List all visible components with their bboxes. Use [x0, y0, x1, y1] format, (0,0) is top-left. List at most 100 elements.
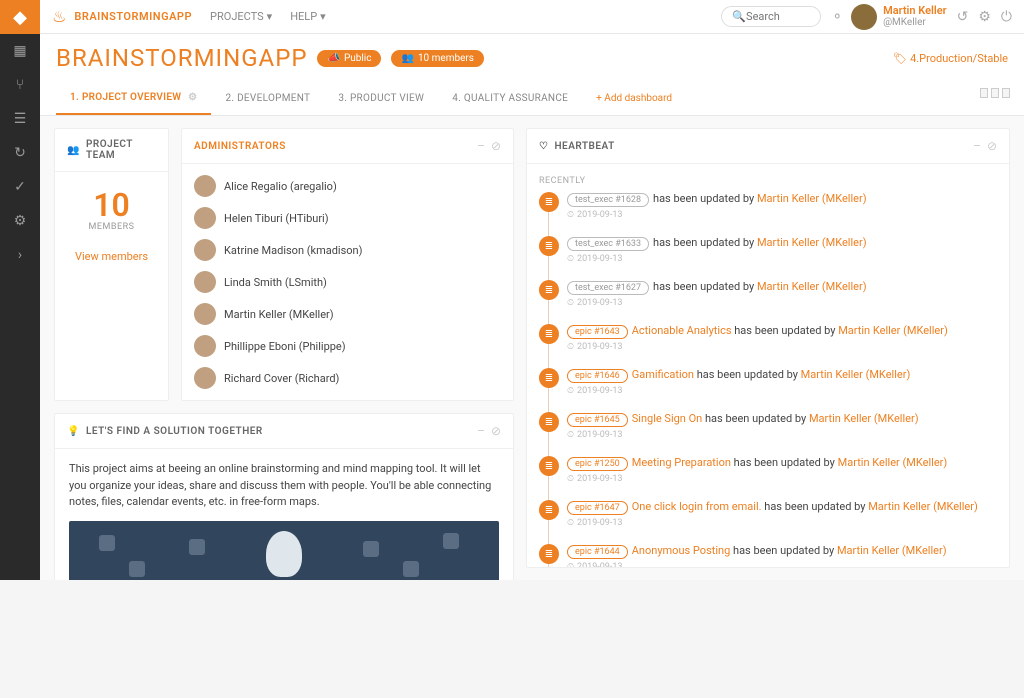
- activity-marker-icon: ≣: [539, 280, 559, 300]
- activity-user-link[interactable]: Martin Keller (MKeller): [838, 324, 948, 337]
- add-dashboard[interactable]: + Add dashboard: [582, 83, 686, 114]
- activity-tag[interactable]: epic #1643: [567, 325, 628, 339]
- layout-toggle[interactable]: [980, 88, 1010, 98]
- page-header: BRAINSTORMINGAPP 📣Public 👥10 members 🏷4.…: [40, 34, 1024, 82]
- minimize-icon[interactable]: –: [477, 424, 485, 438]
- avatar: [194, 303, 216, 325]
- activity-tag[interactable]: epic #1644: [567, 545, 628, 559]
- status-tag[interactable]: 🏷4.Production/Stable: [893, 52, 1008, 65]
- clock-icon: ⏲: [567, 342, 574, 352]
- sidebar: ◆ ▦ ⑂ ☰ ↻ ✓ ⚙ ›: [0, 0, 40, 580]
- admin-row[interactable]: Helen Tiburi (HTiburi): [182, 202, 513, 234]
- activity-user-link[interactable]: Martin Keller (MKeller): [809, 412, 919, 425]
- heartbeat-section-label: RECENTLY: [539, 176, 997, 186]
- activity-subject[interactable]: Gamification: [632, 368, 694, 381]
- gear-icon[interactable]: ⚙: [978, 9, 991, 25]
- description-text: This project aims at beeing an online br…: [69, 461, 499, 511]
- history-icon[interactable]: ↺: [957, 9, 969, 25]
- activity-user-link[interactable]: Martin Keller (MKeller): [838, 456, 948, 469]
- tab-product[interactable]: 3. PRODUCT VIEW: [324, 83, 438, 114]
- activity-subject[interactable]: Actionable Analytics: [632, 324, 732, 337]
- activity-subject[interactable]: Anonymous Posting: [632, 544, 731, 557]
- admin-name: Richard Cover (Richard): [224, 372, 339, 385]
- activity-text: has been updated by: [734, 456, 838, 469]
- public-badge[interactable]: 📣Public: [317, 50, 381, 67]
- close-icon[interactable]: ⊘: [491, 139, 501, 153]
- tab-development[interactable]: 2. DEVELOPMENT: [211, 83, 324, 114]
- activity-subject[interactable]: One click login from email.: [632, 500, 762, 513]
- activity-tag[interactable]: test_exec #1627: [567, 281, 649, 295]
- nav-refresh-icon[interactable]: ↻: [0, 136, 40, 170]
- nav-projects[interactable]: PROJECTS ▾: [210, 10, 272, 23]
- people-icon: 👥: [401, 53, 413, 64]
- activity-user-link[interactable]: Martin Keller (MKeller): [868, 500, 978, 513]
- activity-date: ⏲2019-09-13: [567, 210, 997, 220]
- gear-icon: ⚙: [188, 92, 197, 103]
- admin-row[interactable]: Martin Keller (MKeller): [182, 298, 513, 330]
- activity-tag[interactable]: epic #1250: [567, 457, 628, 471]
- minimize-icon[interactable]: –: [973, 139, 981, 153]
- activity-date: ⏲2019-09-13: [567, 254, 997, 264]
- activity-marker-icon: ≣: [539, 368, 559, 388]
- heart-icon: ♡: [539, 141, 548, 152]
- clock-icon: ⏲: [567, 298, 574, 308]
- user-name: Martin Keller: [883, 5, 947, 17]
- activity-subject[interactable]: Meeting Preparation: [632, 456, 731, 469]
- activity-subject[interactable]: Single Sign On: [632, 412, 703, 425]
- activity-user-link[interactable]: Martin Keller (MKeller): [757, 236, 867, 249]
- user-avatar[interactable]: [851, 4, 877, 30]
- minimize-icon[interactable]: –: [477, 139, 485, 153]
- team-label: MEMBERS: [89, 222, 135, 232]
- activity-user-link[interactable]: Martin Keller (MKeller): [757, 280, 867, 293]
- activity-user-link[interactable]: Martin Keller (MKeller): [837, 544, 947, 557]
- search-input[interactable]: [746, 10, 806, 23]
- nav-list-icon[interactable]: ☰: [0, 102, 40, 136]
- search-box[interactable]: 🔍: [721, 6, 821, 27]
- close-icon[interactable]: ⊘: [491, 424, 501, 438]
- admin-row[interactable]: Alice Regalio (aregalio): [182, 170, 513, 202]
- nav-grid-icon[interactable]: ▦: [0, 34, 40, 68]
- power-icon[interactable]: ⏻: [1001, 9, 1012, 25]
- activity-text: has been updated by: [653, 236, 757, 249]
- admin-row[interactable]: Katrine Madison (kmadison): [182, 234, 513, 266]
- admin-row[interactable]: Richard Cover (Richard): [182, 362, 513, 394]
- close-icon[interactable]: ⊘: [987, 139, 997, 153]
- activity-tag[interactable]: epic #1646: [567, 369, 628, 383]
- activity-date: ⏲2019-09-13: [567, 474, 997, 484]
- activity-text: has been updated by: [705, 412, 809, 425]
- heartbeat-item: ≣epic #1644Anonymous Posting has been up…: [539, 544, 997, 567]
- admin-name: Helen Tiburi (HTiburi): [224, 212, 329, 225]
- people-icon: 👥: [67, 145, 80, 156]
- activity-user-link[interactable]: Martin Keller (MKeller): [801, 368, 911, 381]
- nav-collapse-icon[interactable]: ›: [0, 238, 40, 272]
- admin-name: Linda Smith (LSmith): [224, 276, 327, 289]
- view-members-link[interactable]: View members: [75, 250, 148, 263]
- nav-check-icon[interactable]: ✓: [0, 170, 40, 204]
- activity-marker-icon: ≣: [539, 236, 559, 256]
- activity-tag[interactable]: epic #1647: [567, 501, 628, 515]
- breadcrumb[interactable]: BRAINSTORMINGAPP: [74, 10, 192, 23]
- tab-overview[interactable]: 1. PROJECT OVERVIEW ⚙: [56, 82, 211, 115]
- admin-row[interactable]: Linda Smith (LSmith): [182, 266, 513, 298]
- avatar: [194, 207, 216, 229]
- members-badge[interactable]: 👥10 members: [391, 50, 483, 67]
- activity-marker-icon: ≣: [539, 544, 559, 564]
- activity-date: ⏲2019-09-13: [567, 342, 997, 352]
- illustration-image: [69, 521, 499, 581]
- admin-row[interactable]: Phillippe Eboni (Philippe): [182, 330, 513, 362]
- activity-user-link[interactable]: Martin Keller (MKeller): [757, 192, 867, 205]
- nav-help[interactable]: HELP ▾: [290, 10, 326, 23]
- activity-tag[interactable]: test_exec #1633: [567, 237, 649, 251]
- activity-tag[interactable]: test_exec #1628: [567, 193, 649, 207]
- clock-icon: ⏲: [567, 474, 574, 484]
- avatar: [194, 175, 216, 197]
- tabs: 1. PROJECT OVERVIEW ⚙ 2. DEVELOPMENT 3. …: [40, 82, 1024, 116]
- app-logo[interactable]: ◆: [0, 0, 40, 34]
- nav-branch-icon[interactable]: ⑂: [0, 68, 40, 102]
- user-block[interactable]: Martin Keller @MKeller: [883, 5, 947, 28]
- clock-icon: ⏲: [567, 386, 574, 396]
- nav-settings-icon[interactable]: ⚙: [0, 204, 40, 238]
- activity-tag[interactable]: epic #1645: [567, 413, 628, 427]
- tab-qa[interactable]: 4. QUALITY ASSURANCE: [438, 83, 582, 114]
- notifications-icon[interactable]: ⚬: [831, 9, 843, 25]
